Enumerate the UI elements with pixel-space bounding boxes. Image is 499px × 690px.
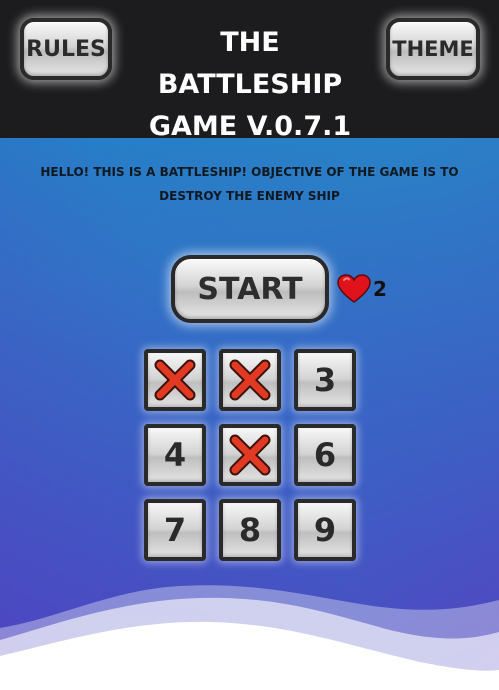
grid-cell-number: 6 <box>313 436 337 474</box>
grid-cell-5[interactable] <box>219 424 281 486</box>
grid-cell-number: 8 <box>238 511 262 549</box>
top-bar: RULES THE BATTLESHIP GAME V.0.7.1 THEME <box>0 0 499 142</box>
lives-count: 2 <box>373 277 387 301</box>
x-mark-icon <box>153 358 197 402</box>
grid-cell-8[interactable]: 8 <box>219 499 281 561</box>
wave-decoration <box>0 585 499 690</box>
intro-text: HELLO! THIS IS A BATTLESHIP! OBJECTIVE O… <box>40 165 459 203</box>
theme-button[interactable]: THEME <box>386 18 480 80</box>
title-line-2: GAME V.0.7.1 <box>148 111 352 142</box>
grid-cell-number: 3 <box>313 361 337 399</box>
grid-cell-4[interactable]: 4 <box>144 424 206 486</box>
heart-icon <box>337 274 371 304</box>
start-button[interactable]: START <box>171 255 329 323</box>
grid-cell-1[interactable] <box>144 349 206 411</box>
x-mark-icon <box>228 433 272 477</box>
grid-cell-7[interactable]: 7 <box>144 499 206 561</box>
grid-cell-number: 9 <box>313 511 337 549</box>
grid-cell-2[interactable] <box>219 349 281 411</box>
x-mark-icon <box>228 358 272 402</box>
game-title: THE BATTLESHIP GAME V.0.7.1 <box>128 22 372 148</box>
rules-button[interactable]: RULES <box>20 18 112 80</box>
grid-cell-9[interactable]: 9 <box>294 499 356 561</box>
title-line-1: THE BATTLESHIP <box>157 27 343 100</box>
grid-cell-6[interactable]: 6 <box>294 424 356 486</box>
lives-indicator: 2 <box>337 274 387 304</box>
grid-cell-number: 7 <box>163 511 187 549</box>
grid-cell-number: 4 <box>163 436 187 474</box>
grid-cell-3[interactable]: 3 <box>294 349 356 411</box>
